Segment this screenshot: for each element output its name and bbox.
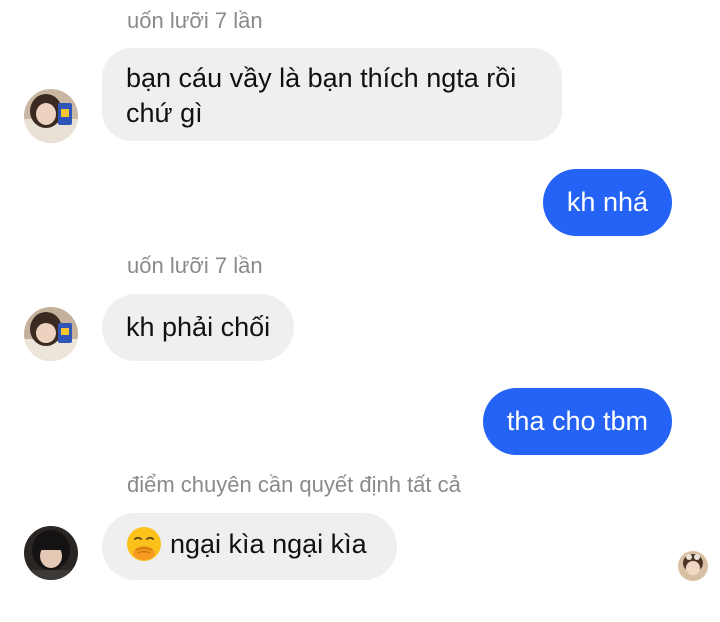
outgoing-message-bubble[interactable]: kh nhá	[542, 169, 672, 236]
message-text: tha cho tbm	[506, 406, 648, 436]
message-text-line: bạn cáu vầy là bạn thích ngta rồi	[126, 63, 517, 93]
avatar[interactable]	[24, 526, 78, 580]
sender-name: uốn lưỡi 7 lần	[127, 253, 263, 278]
sender-name: uốn lưỡi 7 lần	[127, 8, 263, 33]
outgoing-message-bubble[interactable]: tha cho tbm	[482, 388, 672, 455]
read-receipt-avatar	[678, 551, 708, 581]
sender-name: điểm chuyên cần quyết định tất cả	[127, 472, 461, 497]
message-text: ngại kìa ngại kìa	[170, 529, 367, 559]
message-text: kh nhá	[566, 187, 648, 217]
avatar[interactable]	[24, 89, 78, 143]
incoming-message-bubble[interactable]: kh phải chối	[102, 294, 295, 361]
avatar[interactable]	[24, 307, 78, 361]
incoming-message-bubble[interactable]: ngại kìa ngại kìa	[102, 513, 397, 580]
face-with-hand-over-mouth-icon	[126, 526, 162, 562]
incoming-message-bubble[interactable]: bạn cáu vầy là bạn thích ngta rồi chứ gì	[102, 48, 562, 141]
message-text: kh phải chối	[126, 312, 271, 342]
message-text-line: chứ gì	[126, 98, 203, 128]
